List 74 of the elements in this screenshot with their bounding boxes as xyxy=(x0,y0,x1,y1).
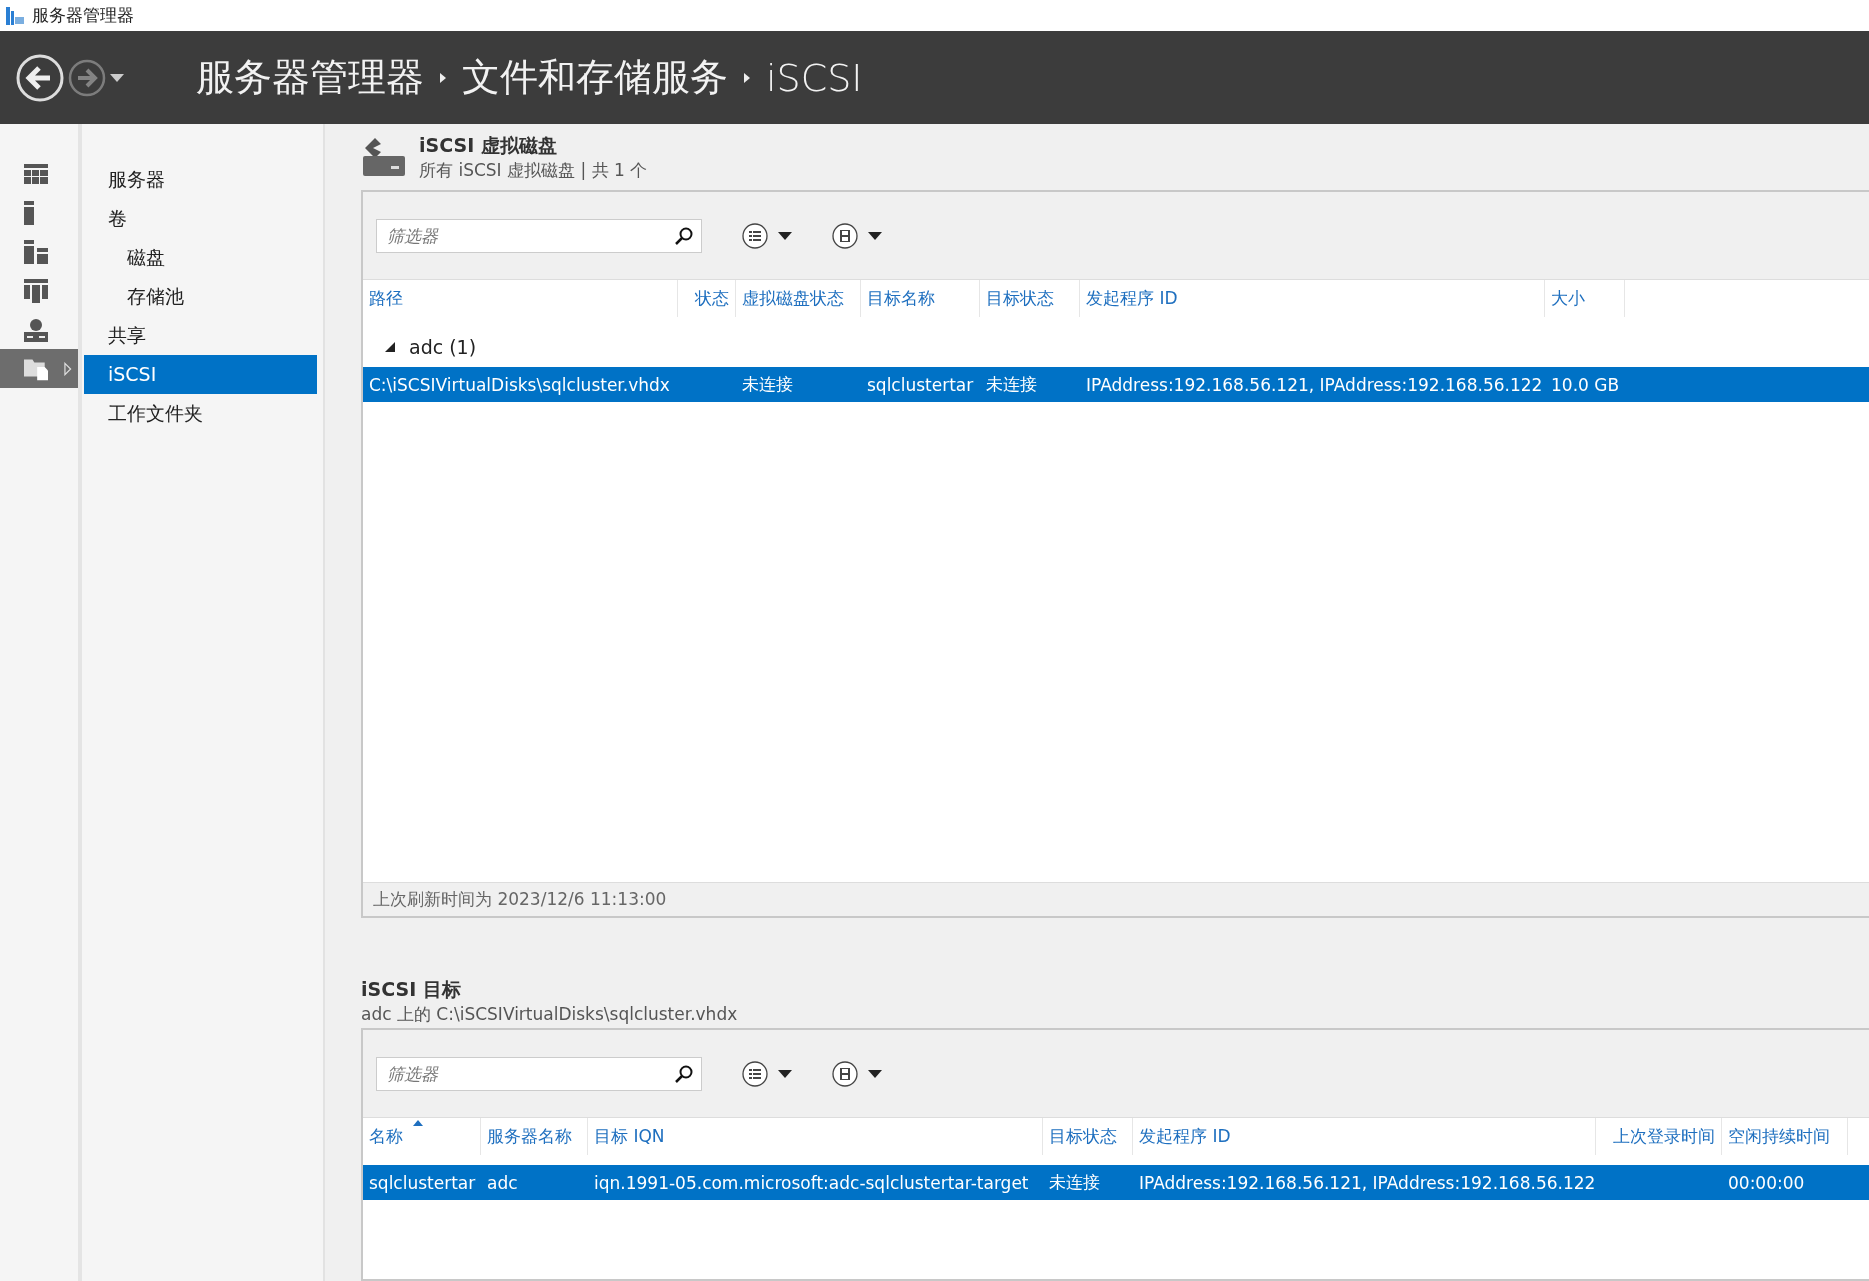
breadcrumb-item[interactable]: 文件和存储服务 xyxy=(462,52,728,103)
network-icon xyxy=(24,317,48,342)
breadcrumb-item[interactable]: 服务器管理器 xyxy=(196,52,424,103)
caret-icon xyxy=(778,1069,792,1078)
save-options-button[interactable] xyxy=(832,1060,882,1087)
section-subtitle: 所有 iSCSI 虚拟磁盘 | 共 1 个 xyxy=(419,158,648,182)
table-cell: IPAddress:192.168.56.121, IPAddress:192.168.56.122 xyxy=(1086,374,1543,395)
collapse-arrow-icon[interactable] xyxy=(385,342,395,352)
section-title: iSCSI 虚拟磁盘 xyxy=(419,132,558,158)
caret-icon xyxy=(778,231,792,240)
table-cell: C:\iSCSIVirtualDisks\sqlcluster.vhdx xyxy=(369,374,670,395)
search-icon xyxy=(675,226,693,245)
table-cell: sqlclustertar xyxy=(369,1172,476,1193)
table-cell: 未连接 xyxy=(1049,1172,1100,1192)
table-cell: adc xyxy=(487,1172,518,1193)
separator-icon xyxy=(440,72,446,83)
table-row[interactable]: sqlclustertar adc iqn.1991-05.com.microsoft:adc-sqlclustertar-target 未连接 IPAddress:192.168.56.121, IPAddress:192.168.56.122 00:00:00 xyxy=(363,1165,1869,1200)
group-label: adc (1) xyxy=(409,336,477,358)
sidebar-item[interactable]: 共享 xyxy=(84,316,317,355)
save-icon xyxy=(832,222,858,249)
sidebar-item[interactable]: 存储池 xyxy=(84,277,317,316)
cluster-icon xyxy=(24,278,48,303)
column-header[interactable]: 名称 xyxy=(363,1118,481,1155)
column-header[interactable]: 目标 IQN xyxy=(588,1118,1043,1155)
window-title: 服务器管理器 xyxy=(32,4,134,27)
column-header[interactable]: 服务器名称 xyxy=(481,1118,588,1155)
servers-icon xyxy=(24,239,48,264)
column-header[interactable]: 路径 xyxy=(363,280,678,317)
column-header[interactable]: 发起程序 ID xyxy=(1133,1118,1596,1155)
table-cell: 未连接 xyxy=(986,374,1037,394)
table-cell: IPAddress:192.168.56.121, IPAddress:192.168.56.122 xyxy=(1139,1172,1596,1193)
caret-icon xyxy=(868,231,882,240)
table-row[interactable]: C:\iSCSIVirtualDisks\sqlcluster.vhdx 未连接 sqlclustertar 未连接 IPAddress:192.168.56.121, IPAddress:192.168.56.122 10.0 GB xyxy=(363,367,1869,402)
table-cell: iqn.1991-05.com.microsoft:adc-sqlclustertar-target xyxy=(594,1172,1029,1193)
dropdown-caret-icon[interactable] xyxy=(110,73,124,82)
column-header[interactable]: 上次登录时间 xyxy=(1596,1118,1722,1155)
refresh-status: 上次刷新时间为 2023/12/6 11:13:00 xyxy=(373,888,667,911)
sidebar-item[interactable]: 卷 xyxy=(84,199,317,238)
view-options-button[interactable] xyxy=(742,1060,792,1087)
table-cell: 未连接 xyxy=(742,374,793,394)
search-icon xyxy=(675,1064,693,1083)
column-header[interactable]: 空闲持续时间 xyxy=(1722,1118,1848,1155)
server-icon xyxy=(24,200,34,225)
section-subtitle: adc 上的 C:\iSCSIVirtualDisks\sqlcluster.vhdx xyxy=(361,1003,739,1026)
column-header[interactable]: 目标状态 xyxy=(1043,1118,1133,1155)
grid-icon xyxy=(24,163,48,184)
filter-field[interactable]: 筛选器 xyxy=(376,1056,702,1091)
table-cell: 10.0 GB xyxy=(1551,374,1620,395)
sidebar-item[interactable]: 磁盘 xyxy=(84,238,317,277)
sidebar-item[interactable]: 服务器 xyxy=(84,160,317,199)
column-header[interactable]: 发起程序 ID xyxy=(1080,280,1545,317)
save-icon xyxy=(832,1060,858,1087)
view-options-button[interactable] xyxy=(742,222,792,249)
sort-arrow-icon xyxy=(413,1120,423,1126)
column-header[interactable]: 目标状态 xyxy=(980,280,1080,317)
list-icon xyxy=(742,222,768,249)
sidebar-item[interactable]: 工作文件夹 xyxy=(84,394,317,433)
column-header[interactable]: 虚拟磁盘状态 xyxy=(736,280,861,317)
caret-icon xyxy=(868,1069,882,1078)
column-header[interactable]: 大小 xyxy=(1545,280,1625,317)
save-options-button[interactable] xyxy=(832,222,882,249)
filter-field[interactable]: 筛选器 xyxy=(376,218,702,253)
column-header[interactable]: 目标名称 xyxy=(861,280,980,317)
sidebar-item[interactable]: iSCSI xyxy=(84,355,317,394)
list-icon xyxy=(742,1060,768,1087)
app-icon xyxy=(6,6,24,25)
section-title: iSCSI 目标 xyxy=(361,977,462,1002)
table-cell: 00:00:00 xyxy=(1728,1172,1805,1193)
separator-icon xyxy=(744,72,750,83)
rail-button[interactable] xyxy=(0,349,78,388)
column-header[interactable]: 状态 xyxy=(678,280,736,317)
breadcrumb-item[interactable]: iSCSI xyxy=(766,55,863,100)
table-cell: sqlclustertar xyxy=(867,374,974,395)
back-button[interactable] xyxy=(16,53,64,102)
